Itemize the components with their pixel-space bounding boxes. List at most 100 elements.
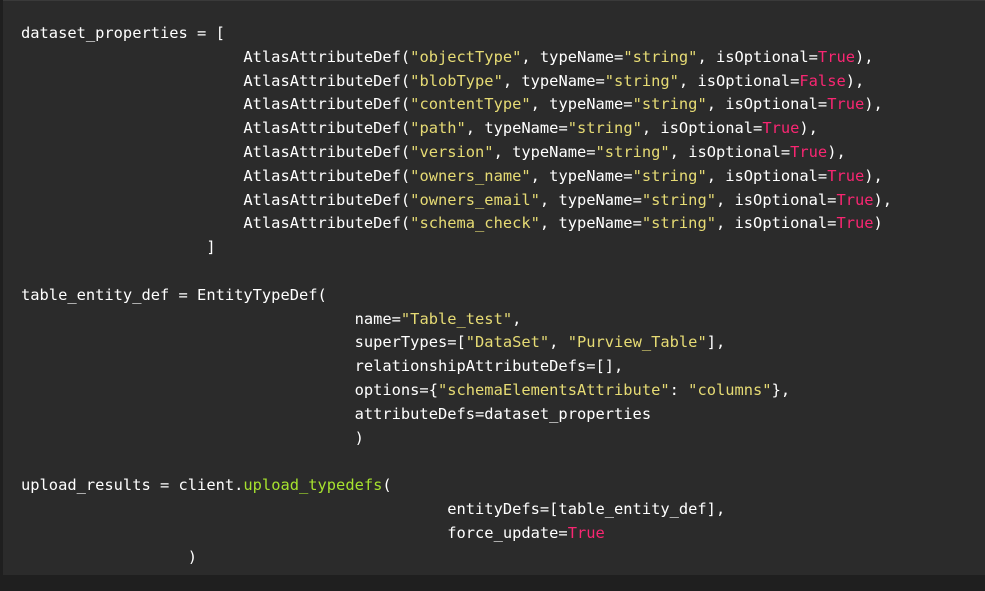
code-line: entityDefs=[table_entity_def],	[21, 498, 892, 522]
code-token-plain: , isOptional=	[678, 71, 800, 90]
code-token-plain: force_update=	[21, 523, 568, 542]
code-line: ​	[21, 450, 892, 474]
code-token-plain: AtlasAttributeDef(	[21, 95, 411, 114]
code-token-bool: True	[817, 47, 855, 66]
code-token-plain: , typeName=	[539, 190, 642, 209]
code-token-plain: ,	[512, 309, 522, 328]
code-token-string: "schemaElementsAttribute"	[437, 380, 670, 399]
code-token-string: "blobType"	[410, 71, 503, 90]
code-token-plain: (	[382, 476, 392, 495]
code-token-plain: , typeName=	[530, 95, 633, 114]
code-token-string: "Purview_Table"	[567, 333, 707, 352]
code-token-plain: , typeName=	[502, 71, 605, 90]
code-line: AtlasAttributeDef("owners_name", typeNam…	[21, 165, 892, 189]
code-line: dataset_properties = [	[21, 22, 892, 46]
code-token-string: "Table_test"	[400, 309, 513, 328]
code-editor[interactable]: dataset_properties = [ AtlasAttributeDef…	[3, 0, 985, 575]
code-line: ​	[21, 260, 892, 284]
code-line: table_entity_def = EntityTypeDef(	[21, 284, 892, 308]
code-token-plain: , isOptional=	[641, 119, 763, 138]
code-token-bool: True	[836, 214, 874, 233]
code-line: AtlasAttributeDef("owners_email", typeNa…	[21, 189, 892, 213]
code-line: options={"schemaElementsAttribute": "col…	[21, 379, 892, 403]
code-token-plain: upload_results = client.	[21, 476, 244, 495]
code-token-string: "string"	[632, 95, 707, 114]
code-line: AtlasAttributeDef("version", typeName="s…	[21, 141, 892, 165]
code-token-plain: , typeName=	[521, 47, 624, 66]
code-token-bool: True	[827, 166, 865, 185]
code-token-string: "objectType"	[410, 47, 522, 66]
code-line: relationshipAttributeDefs=[],	[21, 355, 892, 379]
code-token-bool: True	[567, 523, 605, 542]
code-token-plain: AtlasAttributeDef(	[21, 47, 411, 66]
code-token-plain: ]	[21, 238, 216, 257]
code-token-plain: ),	[873, 190, 893, 209]
code-token-plain: :	[669, 380, 689, 399]
code-token-string: "string"	[632, 166, 707, 185]
code-token-string: "schema_check"	[410, 214, 540, 233]
code-line: AtlasAttributeDef("objectType", typeName…	[21, 46, 892, 70]
code-token-plain: dataset_properties = [	[21, 24, 225, 42]
code-token-plain: AtlasAttributeDef(	[21, 119, 411, 138]
code-token-plain: ),	[827, 142, 846, 161]
code-token-string: "string"	[623, 47, 698, 66]
code-token-plain: , typeName=	[493, 142, 596, 161]
code-line: AtlasAttributeDef("contentType", typeNam…	[21, 93, 892, 117]
code-token-plain: )	[873, 214, 883, 233]
code-token-string: "version"	[410, 142, 494, 161]
code-token-plain: AtlasAttributeDef(	[21, 71, 411, 90]
code-token-bool: True	[762, 119, 800, 138]
code-token-string: "string"	[567, 119, 642, 138]
code-line: AtlasAttributeDef("schema_check", typeNa…	[21, 212, 892, 236]
code-token-string: "string"	[641, 214, 716, 233]
code-token-plain: , isOptional=	[706, 166, 828, 185]
code-token-plain: , typeName=	[465, 119, 568, 138]
code-token-plain: AtlasAttributeDef(	[21, 166, 411, 185]
code-line: )	[21, 546, 892, 570]
code-token-plain: AtlasAttributeDef(	[21, 142, 411, 161]
code-token-string: "owners_name"	[410, 166, 531, 185]
code-token-plain: ),	[864, 95, 883, 114]
code-token-plain: name=	[21, 309, 401, 328]
code-line: force_update=True	[21, 522, 892, 546]
code-token-string: "owners_email"	[410, 190, 540, 209]
code-token-string: "string"	[641, 190, 716, 209]
code-token-string: "string"	[604, 71, 679, 90]
code-token-plain: ),	[845, 71, 865, 90]
code-line: AtlasAttributeDef("blobType", typeName="…	[21, 70, 892, 94]
code-token-func: upload_typedefs	[243, 476, 383, 495]
code-token-string: "string"	[595, 142, 670, 161]
code-token-plain: , isOptional=	[669, 142, 791, 161]
code-token-string: "DataSet"	[465, 333, 550, 352]
code-token-bool: True	[827, 95, 865, 114]
code-token-plain: superTypes=[	[21, 333, 466, 352]
code-token-bool: False	[799, 71, 846, 90]
code-token-plain: , isOptional=	[715, 214, 837, 233]
code-line: AtlasAttributeDef("path", typeName="stri…	[21, 117, 892, 141]
code-token-plain: , isOptional=	[706, 95, 828, 114]
code-line: superTypes=["DataSet", "Purview_Table"],	[21, 331, 892, 355]
code-line: attributeDefs=dataset_properties	[21, 403, 892, 427]
code-token-plain: AtlasAttributeDef(	[21, 190, 411, 209]
code-block[interactable]: dataset_properties = [ AtlasAttributeDef…	[21, 22, 892, 569]
code-line: name="Table_test",	[21, 308, 892, 332]
code-token-plain: attributeDefs=dataset_properties	[21, 404, 652, 423]
code-token-plain: table_entity_def = EntityTypeDef(	[21, 285, 327, 304]
code-token-plain: AtlasAttributeDef(	[21, 214, 411, 233]
code-line: ]	[21, 236, 892, 260]
code-token-plain: , typeName=	[530, 166, 633, 185]
code-token-plain: , typeName=	[539, 214, 642, 233]
code-token-plain: , isOptional=	[715, 190, 837, 209]
code-token-plain: ),	[855, 47, 874, 66]
code-token-plain: relationshipAttributeDefs=[],	[21, 357, 624, 376]
code-token-string: "path"	[410, 119, 466, 138]
code-token-plain: ),	[799, 119, 818, 138]
code-line: )	[21, 427, 892, 451]
code-token-plain: , isOptional=	[697, 47, 818, 66]
code-token-plain: options={	[21, 380, 438, 399]
code-token-string: "columns"	[688, 380, 772, 399]
code-token-plain: ],	[706, 333, 726, 352]
code-token-bool: True	[836, 190, 874, 209]
code-token-plain: ),	[864, 166, 883, 185]
code-token-plain: entityDefs=[table_entity_def],	[21, 499, 726, 518]
